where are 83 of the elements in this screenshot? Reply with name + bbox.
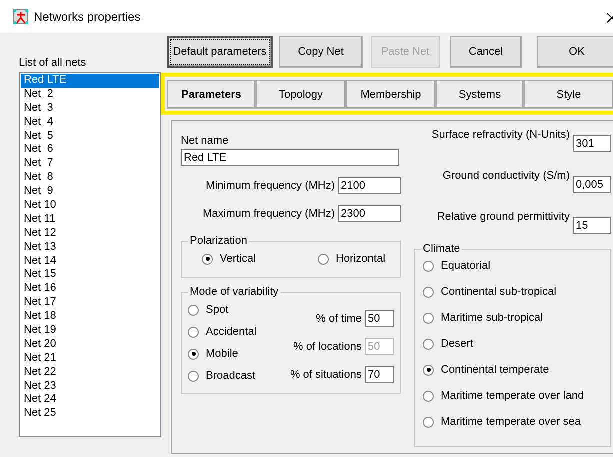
- radio-label: Vertical: [220, 253, 256, 265]
- net-item[interactable]: Net 20: [21, 338, 159, 352]
- ground-field[interactable]: 0,005: [573, 176, 611, 193]
- radio-button[interactable]: [188, 304, 199, 316]
- net-item[interactable]: Net 18: [21, 310, 159, 324]
- radio-button[interactable]: [423, 260, 434, 272]
- net-item[interactable]: Net 3: [21, 102, 159, 116]
- field-label: Surface refractivity (N-Units): [432, 129, 570, 141]
- radio-button[interactable]: [423, 390, 434, 402]
- tab[interactable]: Membership: [346, 80, 436, 109]
- field-label: Net name: [181, 135, 229, 147]
- net-item[interactable]: Net 23: [21, 380, 159, 394]
- radio-button[interactable]: [318, 254, 329, 264]
- tab[interactable]: Systems: [436, 80, 524, 109]
- ground-field[interactable]: 301: [573, 135, 611, 152]
- net-item[interactable]: Net 6: [21, 143, 159, 158]
- net-item[interactable]: Net 11: [21, 212, 159, 227]
- tab[interactable]: Parameters: [167, 80, 256, 109]
- frequency-field[interactable]: 2300: [338, 205, 401, 222]
- radio-label: Continental temperate: [441, 364, 550, 376]
- net-item[interactable]: Net 15: [21, 268, 159, 282]
- radio-label: Broadcast: [206, 370, 256, 382]
- radio-label: Maritime temperate over sea: [441, 416, 581, 428]
- radio-button[interactable]: [423, 364, 434, 376]
- radio-label: Mobile: [206, 348, 238, 360]
- tab[interactable]: Topology: [256, 80, 346, 109]
- net-item[interactable]: Net 24: [21, 393, 159, 408]
- radio-button[interactable]: [423, 312, 434, 324]
- radio-label: Maritime temperate over land: [441, 390, 584, 402]
- group-title: Polarization: [189, 235, 248, 247]
- net-item[interactable]: Net 8: [21, 171, 159, 186]
- ground-field[interactable]: 15: [573, 217, 611, 234]
- field-label: Minimum frequency (MHz): [206, 180, 335, 192]
- net-item[interactable]: Net 19: [21, 324, 159, 338]
- radio-button[interactable]: [188, 326, 199, 338]
- net-item[interactable]: Net 9: [21, 185, 159, 200]
- net-item[interactable]: Red LTE: [21, 74, 159, 88]
- radio-button[interactable]: [423, 416, 434, 428]
- net-item[interactable]: Net 16: [21, 282, 159, 296]
- net-item[interactable]: Net 21: [21, 352, 159, 366]
- frequency-field[interactable]: 2100: [338, 177, 401, 194]
- list-label: List of all nets: [19, 57, 88, 71]
- radio-button[interactable]: [188, 370, 199, 382]
- net-item[interactable]: Net 10: [21, 199, 159, 213]
- net-item[interactable]: Net 14: [21, 254, 159, 268]
- radio-label: Continental sub-tropical: [441, 286, 557, 298]
- radio-label: Maritime sub-tropical: [441, 312, 544, 324]
- app-icon: [13, 8, 29, 24]
- group-title: Climate: [422, 243, 462, 255]
- field-label: % of locations: [294, 340, 362, 352]
- radio-label: Desert: [441, 338, 474, 350]
- field-label: % of situations: [290, 368, 362, 380]
- dialog-button[interactable]: Default parameters: [167, 36, 273, 68]
- radio-button[interactable]: [202, 254, 213, 264]
- net-item[interactable]: Net 17: [21, 296, 159, 310]
- field-label: % of time: [316, 312, 362, 324]
- net-item[interactable]: Net 12: [21, 226, 159, 241]
- net-item[interactable]: Net 22: [21, 366, 159, 380]
- net-item[interactable]: Net 25: [21, 407, 159, 422]
- radio-button[interactable]: [423, 338, 434, 350]
- net-item[interactable]: Net 2: [21, 88, 159, 102]
- radio-label: Spot: [206, 304, 229, 316]
- net-item[interactable]: Net 7: [21, 157, 159, 172]
- net-item[interactable]: Net 5: [21, 130, 159, 144]
- percent-field[interactable]: 50: [365, 310, 394, 327]
- radio-label: Horizontal: [336, 253, 386, 265]
- net-item[interactable]: Net 13: [21, 240, 159, 255]
- dialog-button[interactable]: OK: [537, 36, 613, 68]
- field-label: Relative ground permittivity: [437, 211, 570, 223]
- net-name-field[interactable]: Red LTE: [181, 149, 399, 166]
- window-title: Networks properties: [34, 10, 141, 24]
- radio-label: Equatorial: [441, 260, 491, 272]
- group-title: Mode of variability: [189, 286, 280, 298]
- tab[interactable]: Style: [524, 80, 613, 109]
- radio-label: Accidental: [206, 326, 257, 338]
- field-label: Ground conductivity (S/m): [442, 170, 570, 182]
- percent-field[interactable]: 70: [365, 366, 394, 383]
- dialog-button[interactable]: Copy Net: [279, 36, 363, 68]
- net-item[interactable]: Net 4: [21, 116, 159, 130]
- radio-button[interactable]: [423, 286, 434, 298]
- radio-button[interactable]: [188, 348, 199, 360]
- field-label: Maximum frequency (MHz): [202, 208, 335, 220]
- dialog-button[interactable]: Cancel: [450, 36, 522, 68]
